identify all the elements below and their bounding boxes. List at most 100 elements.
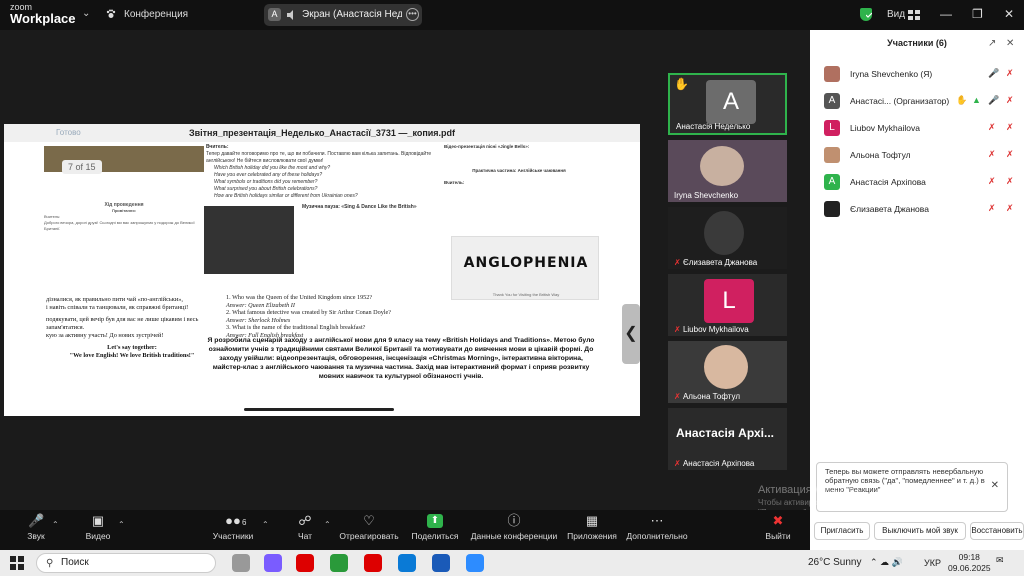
leave-button[interactable]: ✖ Выйти [764, 514, 792, 542]
more-button[interactable]: ⋯ Дополнительно [626, 514, 688, 542]
grid-icon[interactable] [908, 10, 920, 20]
avatar: A [706, 80, 756, 124]
meeting-toolbar: 🎤 Звук ⌃ ▣ Видео ⌃ ●● Участники 6 ⌃ ☍ Чат ⌃ … [0, 510, 810, 550]
participant-row[interactable]: Iryna Shevchenko (Я) 🎤 ✗ [822, 64, 1018, 84]
mic-muted-icon[interactable]: ✗ [988, 149, 996, 160]
video-off-icon[interactable]: ✗ [1006, 203, 1014, 214]
chevron-up-icon[interactable]: ⌃ [324, 520, 331, 529]
participant-video [704, 211, 744, 255]
react-button[interactable]: ♡ Отреагировать [338, 513, 400, 542]
date: 09.06.2025 [948, 563, 991, 573]
reclaim-button[interactable]: Восстановить [970, 522, 1024, 540]
tile-name-text: Альона Тофтул [682, 392, 741, 401]
heart-icon: ♡ [363, 513, 375, 528]
participant-row[interactable]: A Анастасі... (Организатор) ✋ ▲ 🎤 ✗ [822, 91, 1018, 111]
edge-icon[interactable] [398, 554, 416, 572]
chrome-icon[interactable] [330, 554, 348, 572]
video-tile[interactable]: ✗ Єлизавета Джанова [668, 207, 787, 269]
tile-name: ✗ Єлизавета Джанова [674, 258, 757, 267]
participant-video [700, 146, 744, 186]
raised-hand-icon: ✋ [674, 77, 689, 91]
opera-icon[interactable] [296, 554, 314, 572]
meeting-menu[interactable]: Конференция [124, 9, 188, 20]
quiz-line: Answer: Sherlock Holmes [226, 316, 291, 324]
zoom-taskbar-icon[interactable] [466, 554, 484, 572]
chevron-up-icon[interactable]: ⌃ [262, 520, 269, 529]
tool-label: Отреагировать [339, 531, 399, 541]
close-panel-icon[interactable]: ✕ [1006, 38, 1014, 49]
video-off-icon[interactable]: ✗ [1006, 68, 1014, 79]
clock[interactable]: 09:18 09.06.2025 [948, 552, 991, 574]
chevron-down-icon[interactable]: ⌄ [82, 8, 90, 19]
doc-quiz: 1. Who was the Queen of the United Kingd… [226, 294, 446, 339]
tray-icons[interactable]: ⌃ ☁ 🔊 [870, 557, 903, 568]
close-icon[interactable]: ✕ [991, 481, 999, 491]
participant-row[interactable]: A Анастасія Архіпова ✗ ✗ [822, 172, 1018, 192]
bullet-line: дізналися, як правильно пити чай «по-анг… [46, 296, 183, 303]
opera-gx-icon[interactable] [364, 554, 382, 572]
participant-name: Анастасі... (Организатор) [850, 96, 950, 106]
mic-muted-icon: ✗ [674, 325, 681, 334]
time: 09:18 [958, 552, 980, 562]
tile-name: ✗ Альона Тофтул [674, 392, 740, 401]
quiz-line: 2. What famous detective was created by … [226, 309, 392, 316]
camera-icon: ▣ [91, 513, 105, 528]
done-button[interactable]: Готово [56, 128, 81, 137]
bullet-line: запам'ятатися. [46, 324, 85, 331]
video-off-icon[interactable]: ✗ [1006, 122, 1014, 133]
close-icon[interactable]: ✕ [1004, 7, 1014, 21]
video-off-icon[interactable]: ✗ [1006, 176, 1014, 187]
video-button[interactable]: ▣ Видео [80, 513, 116, 542]
avatar: L [704, 279, 754, 323]
share-button[interactable]: ⬆ Поделиться [410, 514, 460, 541]
video-off-icon[interactable]: ✗ [1006, 95, 1014, 106]
more-options-icon[interactable]: ••• [406, 8, 419, 21]
participants-button[interactable]: ●● Участники [208, 514, 258, 542]
video-tile[interactable]: ✗ Альона Тофтул [668, 341, 787, 403]
video-tile[interactable]: Iryna Shevchenko [668, 140, 787, 202]
image-caption: Thank You for Visiting the British Way [492, 292, 560, 297]
mute-me-button[interactable]: Выключить мой звук [874, 522, 966, 540]
task-view-icon[interactable] [232, 554, 250, 572]
minimize-icon[interactable]: — [940, 7, 952, 21]
restore-icon[interactable]: ❐ [972, 7, 983, 21]
apps-button[interactable]: ▦ Приложения [566, 514, 618, 542]
participant-row[interactable]: Альона Тофтул ✗ ✗ [822, 145, 1018, 165]
mic-muted-icon[interactable]: ✗ [988, 176, 996, 187]
tile-big-name: Анастасія Архі... [676, 426, 775, 440]
taskbar-search[interactable]: Поиск [36, 553, 216, 573]
mic-muted-icon[interactable]: ✗ [988, 122, 996, 133]
chevron-up-icon[interactable]: ⌃ [118, 520, 125, 529]
participant-row[interactable]: Єлизавета Джанова ✗ ✗ [822, 199, 1018, 219]
video-tile[interactable]: Анастасія Архі... ✗ Анастасія Архіпова [668, 408, 787, 470]
bullet-line: і навіть співали та танцювали, як справж… [46, 304, 189, 311]
mic-muted-icon[interactable]: ✗ [988, 203, 996, 214]
view-button[interactable]: Вид [887, 9, 905, 20]
language-indicator[interactable]: УКР [924, 558, 941, 568]
word-icon[interactable] [432, 554, 450, 572]
invite-button[interactable]: Пригласить [814, 522, 870, 540]
meeting-info-button[interactable]: ⓘ Данные конференции [470, 514, 558, 542]
avatar: A [824, 174, 840, 190]
windows-start-icon[interactable] [10, 556, 24, 570]
mic-icon[interactable]: 🎤 [988, 68, 999, 79]
shared-pdf-document: Звітня_презентація_Неделько_Анастасії_37… [4, 124, 640, 416]
avatar [824, 147, 840, 163]
bullet-line: "We love English! We love British tradit… [69, 352, 195, 359]
weather-widget[interactable]: 26°C Sunny [808, 557, 861, 568]
video-off-icon[interactable]: ✗ [1006, 149, 1014, 160]
popout-icon[interactable]: ↗ [988, 38, 996, 49]
audio-button[interactable]: 🎤 Звук [20, 514, 52, 542]
collapse-chevron-icon[interactable]: ❮ [622, 304, 640, 364]
participant-row[interactable]: L Liubov Mykhailova ✗ ✗ [822, 118, 1018, 138]
copilot-icon[interactable] [264, 554, 282, 572]
video-tile[interactable]: A Анастасія Неделько ✋ [668, 73, 787, 135]
tool-label: Приложения [567, 531, 617, 541]
mic-icon[interactable]: 🎤 [988, 95, 999, 106]
video-tile[interactable]: L ✗ Liubov Mykhailova [668, 274, 787, 336]
chat-button[interactable]: ☍ Чат [290, 514, 320, 542]
doc-text: Практична частина: Англійське чаювання [472, 168, 566, 173]
doc-text: Доброго вечора, дорогі друзі! Сьогодні м… [44, 220, 195, 231]
notification-icon[interactable]: ✉ [996, 555, 1010, 569]
chevron-up-icon[interactable]: ⌃ [52, 520, 59, 529]
